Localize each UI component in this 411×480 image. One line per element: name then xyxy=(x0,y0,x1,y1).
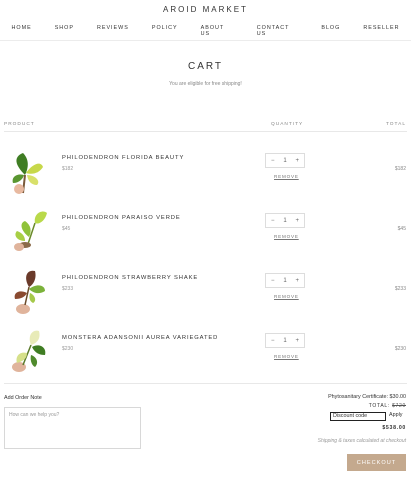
qty-plus-button[interactable]: + xyxy=(295,278,299,284)
header-total: TOTAL xyxy=(385,122,406,127)
product-name[interactable]: PHILODENDRON PARAISO VERDE xyxy=(62,215,181,221)
nav-policy[interactable]: POLICY xyxy=(152,25,178,37)
qty-plus-button[interactable]: + xyxy=(295,338,299,344)
quantity-stepper: − 1 + xyxy=(265,273,305,288)
qty-value[interactable]: 1 xyxy=(283,278,286,284)
qty-minus-button[interactable]: − xyxy=(271,158,275,164)
nav-home[interactable]: HOME xyxy=(12,25,32,37)
nav-divider xyxy=(0,40,411,41)
qty-value[interactable]: 1 xyxy=(283,218,286,224)
phytosanitary-fee: Phytosanitary Certificate: $30.00 xyxy=(328,394,406,400)
footer-divider xyxy=(4,383,407,384)
cart-row: MONSTERA ADANSONII AUREA VARIEGATED $230… xyxy=(0,320,411,380)
checkout-button[interactable]: CHECKOUT xyxy=(347,454,406,471)
product-name[interactable]: PHILODENDRON FLORIDA BEAUTY xyxy=(62,155,184,161)
discount-code-input[interactable]: Discount code xyxy=(330,412,386,421)
order-note-label: Add Order Note xyxy=(4,395,42,401)
product-price: $182 xyxy=(62,166,74,172)
plant-thumbnail[interactable] xyxy=(5,325,50,375)
nav-shop[interactable]: SHOP xyxy=(55,25,74,37)
remove-link[interactable]: REMOVE xyxy=(274,174,299,179)
cart-row: PHILODENDRON FLORIDA BEAUTY $182 − 1 + R… xyxy=(0,140,411,200)
nav-about-us[interactable]: ABOUT US xyxy=(201,25,234,37)
quantity-stepper: − 1 + xyxy=(265,333,305,348)
header-divider xyxy=(4,131,407,132)
product-price: $233 xyxy=(62,286,74,292)
qty-value[interactable]: 1 xyxy=(283,158,286,164)
plant-thumbnail[interactable] xyxy=(5,205,50,255)
qty-plus-button[interactable]: + xyxy=(295,218,299,224)
remove-link[interactable]: REMOVE xyxy=(274,354,299,359)
page-title: CART xyxy=(187,61,224,72)
header-product: PRODUCT xyxy=(4,122,35,127)
qty-minus-button[interactable]: − xyxy=(271,278,275,284)
brand-logo[interactable]: AROID MARKET xyxy=(0,5,411,14)
main-nav: HOME SHOP REVIEWS POLICY ABOUT US CONTAC… xyxy=(0,25,411,37)
qty-value[interactable]: 1 xyxy=(283,338,286,344)
product-price: $230 xyxy=(62,346,74,352)
qty-minus-button[interactable]: − xyxy=(271,338,275,344)
nav-contact-us[interactable]: CONTACT US xyxy=(257,25,299,37)
total-struck-price: $720 xyxy=(392,403,406,409)
order-note-textarea[interactable]: How can we help you? xyxy=(4,407,141,449)
remove-link[interactable]: REMOVE xyxy=(274,294,299,299)
plant-thumbnail[interactable] xyxy=(5,265,50,315)
quantity-stepper: − 1 + xyxy=(265,153,305,168)
cart-total: TOTAL: $720 xyxy=(369,403,406,409)
header-quantity: QUANTITY xyxy=(271,122,304,127)
remove-link[interactable]: REMOVE xyxy=(274,234,299,239)
shipping-message: You are eligible for free shipping! xyxy=(169,81,242,87)
product-price: $45 xyxy=(62,226,71,232)
total-label: TOTAL: xyxy=(368,403,390,409)
apply-button[interactable]: Apply xyxy=(389,412,403,418)
row-total: $182 xyxy=(394,166,406,172)
row-total: $45 xyxy=(397,226,406,232)
shipping-note: Shipping & taxes calculated at checkout xyxy=(317,438,406,444)
product-name[interactable]: PHILODENDRON STRAWBERRY SHAKE xyxy=(62,275,198,281)
cart-row: PHILODENDRON STRAWBERRY SHAKE $233 − 1 +… xyxy=(0,260,411,320)
nav-reviews[interactable]: REVIEWS xyxy=(97,25,129,37)
row-total: $230 xyxy=(394,346,406,352)
cart-row: PHILODENDRON PARAISO VERDE $45 − 1 + REM… xyxy=(0,200,411,260)
row-total: $233 xyxy=(394,286,406,292)
quantity-stepper: − 1 + xyxy=(265,213,305,228)
product-name[interactable]: MONSTERA ADANSONII AUREA VARIEGATED xyxy=(62,335,218,341)
nav-blog[interactable]: BLOG xyxy=(321,25,340,37)
qty-plus-button[interactable]: + xyxy=(295,158,299,164)
qty-minus-button[interactable]: − xyxy=(271,218,275,224)
plant-thumbnail[interactable] xyxy=(5,145,50,195)
grand-total: $538.00 xyxy=(382,425,406,431)
nav-reseller[interactable]: RESELLER xyxy=(363,25,399,37)
